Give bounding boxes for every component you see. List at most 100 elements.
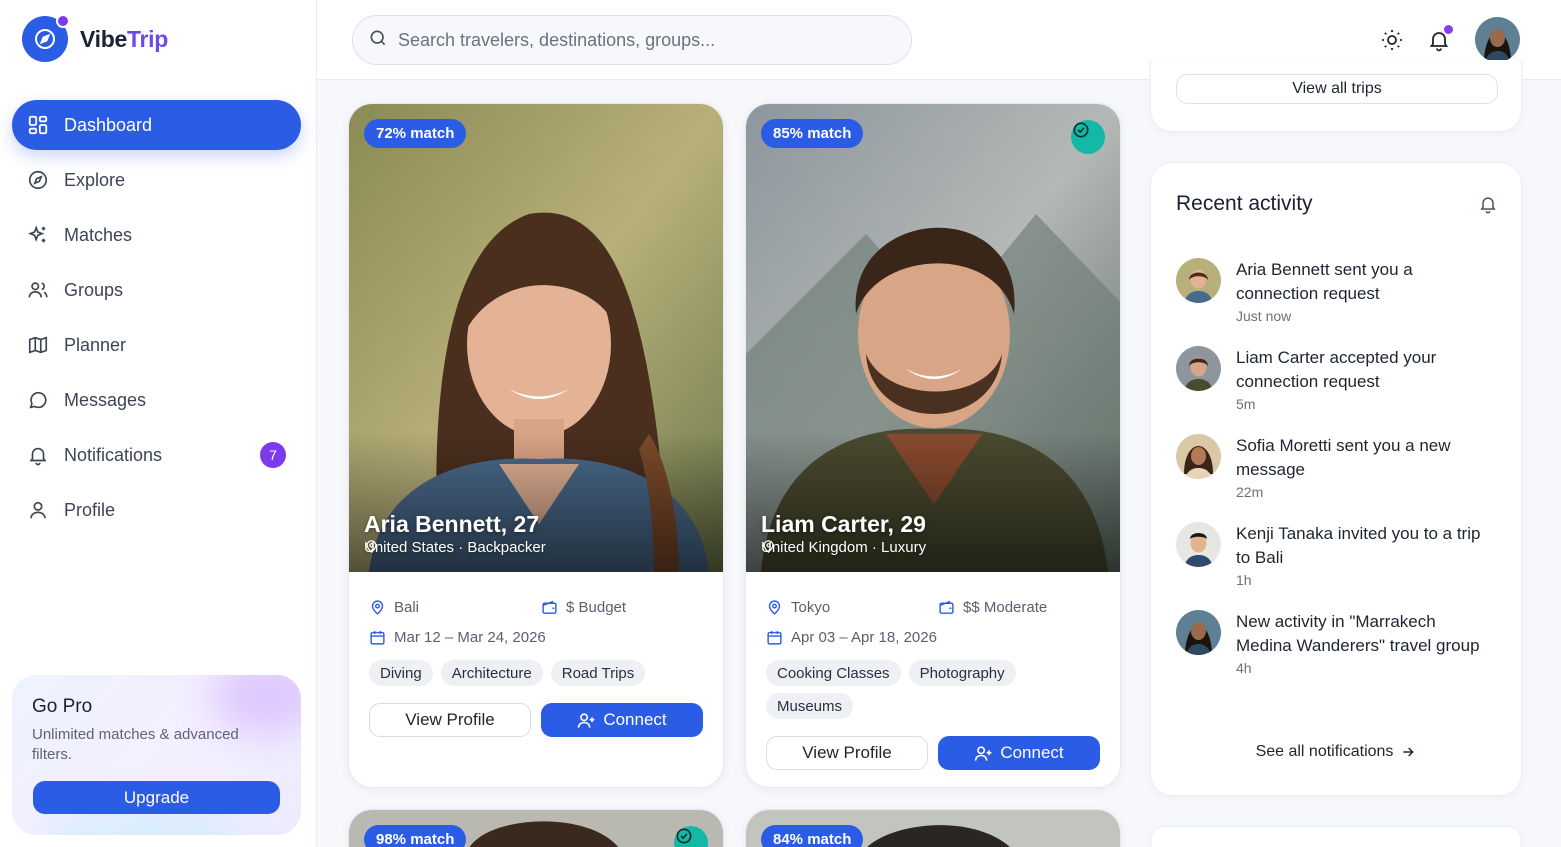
avatar xyxy=(1176,522,1221,567)
traveler-location: United Kingdom · Luxury xyxy=(761,539,927,556)
sparkles-icon xyxy=(26,223,50,247)
see-all-notifications-link[interactable]: See all notifications xyxy=(1151,743,1521,761)
interest-tags: Cooking Classes Photography Museums xyxy=(766,660,1100,726)
nav-label: Groups xyxy=(64,279,124,300)
arrow-right-icon xyxy=(1403,747,1415,757)
location-pin-icon xyxy=(371,599,384,615)
wallet-icon xyxy=(939,600,954,614)
nav-item-notifications[interactable]: Notifications 7 xyxy=(12,430,301,480)
calendar-icon xyxy=(370,630,385,645)
nav-item-planner[interactable]: Planner xyxy=(12,320,301,370)
location-pin-icon xyxy=(768,599,781,615)
tag: Museums xyxy=(766,693,854,719)
traveler-name: Aria Bennett, 27 xyxy=(364,511,540,537)
main-nav: Dashboard Explore Matches Groups Planner… xyxy=(12,100,301,540)
nav-item-dashboard[interactable]: Dashboard xyxy=(12,100,301,150)
card-details: Bali $ Budget Mar 12 – Mar 24, 2026 Divi… xyxy=(349,572,723,737)
user-icon xyxy=(26,498,50,522)
notification-count-badge: 7 xyxy=(260,442,286,468)
nav-label: Messages xyxy=(64,389,147,410)
match-badge: 84% match xyxy=(761,825,864,847)
wallet-icon xyxy=(542,600,557,614)
nav-item-groups[interactable]: Groups xyxy=(12,265,301,315)
users-icon xyxy=(26,278,50,302)
tag: Cooking Classes xyxy=(766,660,901,686)
nav-item-messages[interactable]: Messages xyxy=(12,375,301,425)
theme-toggle-sun-icon[interactable] xyxy=(1377,25,1407,55)
nav-item-explore[interactable]: Explore xyxy=(12,155,301,205)
avatar xyxy=(1176,434,1221,479)
notifications-bell-icon[interactable] xyxy=(1424,25,1454,55)
budget: $ Budget xyxy=(541,599,626,616)
nav-label: Notifications xyxy=(64,444,163,465)
connect-button[interactable]: Connect xyxy=(938,736,1100,770)
travel-dates: Apr 03 – Apr 18, 2026 xyxy=(766,622,1100,652)
bell-icon xyxy=(26,443,50,467)
traveler-card: 98% match xyxy=(348,809,724,847)
nav-label: Explore xyxy=(64,169,126,190)
traveler-photo[interactable]: 72% match Aria Bennett, 27 United States… xyxy=(349,104,723,572)
unread-dot xyxy=(1444,25,1453,34)
view-profile-button[interactable]: View Profile xyxy=(766,736,928,770)
search-input[interactable] xyxy=(398,29,878,51)
compass-logo-icon xyxy=(22,14,70,62)
next-panel xyxy=(1150,826,1522,847)
tag: Photography xyxy=(908,660,1016,686)
chat-icon xyxy=(26,388,50,412)
user-avatar[interactable] xyxy=(1475,17,1520,62)
calendar-icon xyxy=(767,630,782,645)
tag: Road Trips xyxy=(550,660,646,686)
app-logo[interactable]: VibeTrip xyxy=(22,14,168,62)
location-pin-icon xyxy=(366,540,377,553)
go-pro-text: Unlimited matches & advanced filters. xyxy=(32,726,239,763)
traveler-location: United States · Backpacker xyxy=(364,539,546,556)
avatar xyxy=(1176,346,1221,391)
search-icon xyxy=(368,28,388,53)
traveler-card: 85% match Liam Carter, 29 United Kingdom… xyxy=(745,103,1121,788)
app-name: VibeTrip xyxy=(80,25,168,52)
nav-item-matches[interactable]: Matches xyxy=(12,210,301,260)
nav-label: Matches xyxy=(64,224,133,245)
go-pro-card: Go Pro Unlimited matches & advanced filt… xyxy=(12,675,301,835)
card-details: Tokyo $$ Moderate Apr 03 – Apr 18, 2026 … xyxy=(746,572,1120,770)
view-all-trips-button[interactable]: View all trips xyxy=(1176,74,1498,104)
traveler-name: Liam Carter, 29 xyxy=(761,511,926,537)
view-profile-button[interactable]: View Profile xyxy=(369,703,531,737)
nav-label: Dashboard xyxy=(64,114,153,135)
search-bar[interactable] xyxy=(352,15,912,65)
traveler-photo[interactable]: 85% match Liam Carter, 29 United Kingdom… xyxy=(746,104,1120,572)
go-pro-title: Go Pro xyxy=(32,696,93,717)
traveler-photo[interactable]: 84% match xyxy=(746,810,1120,847)
traveler-card: 84% match xyxy=(745,809,1121,847)
interest-tags: Diving Architecture Road Trips xyxy=(369,660,703,693)
travel-dates: Mar 12 – Mar 24, 2026 xyxy=(369,622,703,652)
recent-activity-title: Recent activity xyxy=(1176,192,1313,215)
destination: Bali xyxy=(369,599,541,616)
grid-icon xyxy=(26,113,50,137)
avatar xyxy=(1176,610,1221,655)
match-badge: 72% match xyxy=(364,119,467,148)
traveler-photo[interactable]: 98% match xyxy=(349,810,723,847)
budget: $$ Moderate xyxy=(938,599,1047,616)
nav-label: Planner xyxy=(64,334,127,355)
compass-icon xyxy=(26,168,50,192)
match-badge: 85% match xyxy=(761,119,864,148)
nav-label: Profile xyxy=(64,499,116,520)
upcoming-trips-panel: View all trips xyxy=(1150,60,1522,132)
connect-button[interactable]: Connect xyxy=(541,703,703,737)
nav-item-profile[interactable]: Profile xyxy=(12,485,301,535)
bell-icon[interactable] xyxy=(1478,194,1498,219)
traveler-card: 72% match Aria Bennett, 27 United States… xyxy=(348,103,724,788)
destination: Tokyo xyxy=(766,599,938,616)
map-icon xyxy=(26,333,50,357)
verified-check-icon xyxy=(1071,120,1105,154)
sidebar: VibeTrip Dashboard Explore Matches Group… xyxy=(0,0,317,847)
match-badge: 98% match xyxy=(364,825,467,847)
user-plus-icon xyxy=(975,745,992,761)
tag: Architecture xyxy=(440,660,543,686)
tag: Diving xyxy=(369,660,433,686)
upgrade-button[interactable]: Upgrade xyxy=(33,781,280,814)
recent-activity-panel: Recent activity Aria Bennett sent you a … xyxy=(1150,162,1522,796)
avatar xyxy=(1176,258,1221,303)
user-plus-icon xyxy=(578,712,595,728)
